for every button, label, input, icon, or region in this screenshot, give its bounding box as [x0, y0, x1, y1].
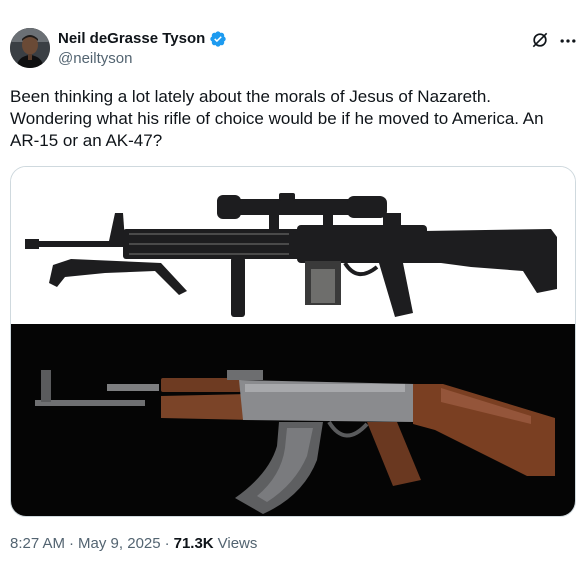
tweet-text: Been thinking a lot lately about the mor… [10, 87, 544, 150]
separator: · [164, 535, 170, 552]
media-container[interactable] [10, 166, 576, 517]
handle[interactable]: @neiltyson [58, 50, 227, 67]
ar15-rifle-photo[interactable] [11, 167, 575, 324]
ak47-rifle-drawing [35, 370, 555, 514]
avatar[interactable] [10, 28, 50, 68]
ak47-rifle-photo[interactable] [11, 324, 575, 516]
tweet-card: Neil deGrasse Tyson @neiltyson Been thin… [0, 0, 585, 562]
tweet-meta: 8:27 AM · May 9, 2025 · 71.3K Views [10, 535, 257, 552]
views-count[interactable]: 71.3K [174, 535, 214, 552]
grok-icon[interactable] [530, 30, 550, 50]
more-icon[interactable] [558, 31, 578, 51]
author-block: Neil deGrasse Tyson @neiltyson [58, 29, 227, 67]
separator: · [69, 535, 75, 552]
avatar-image [10, 28, 50, 68]
name-row: Neil deGrasse Tyson [58, 29, 227, 48]
ar15-rifle-drawing [25, 193, 557, 317]
views-label: Views [217, 535, 258, 552]
verified-badge-icon [210, 30, 226, 47]
display-name[interactable]: Neil deGrasse Tyson [58, 30, 205, 47]
timestamp-date[interactable]: May 9, 2025 [78, 535, 161, 552]
timestamp-time[interactable]: 8:27 AM [10, 535, 65, 552]
